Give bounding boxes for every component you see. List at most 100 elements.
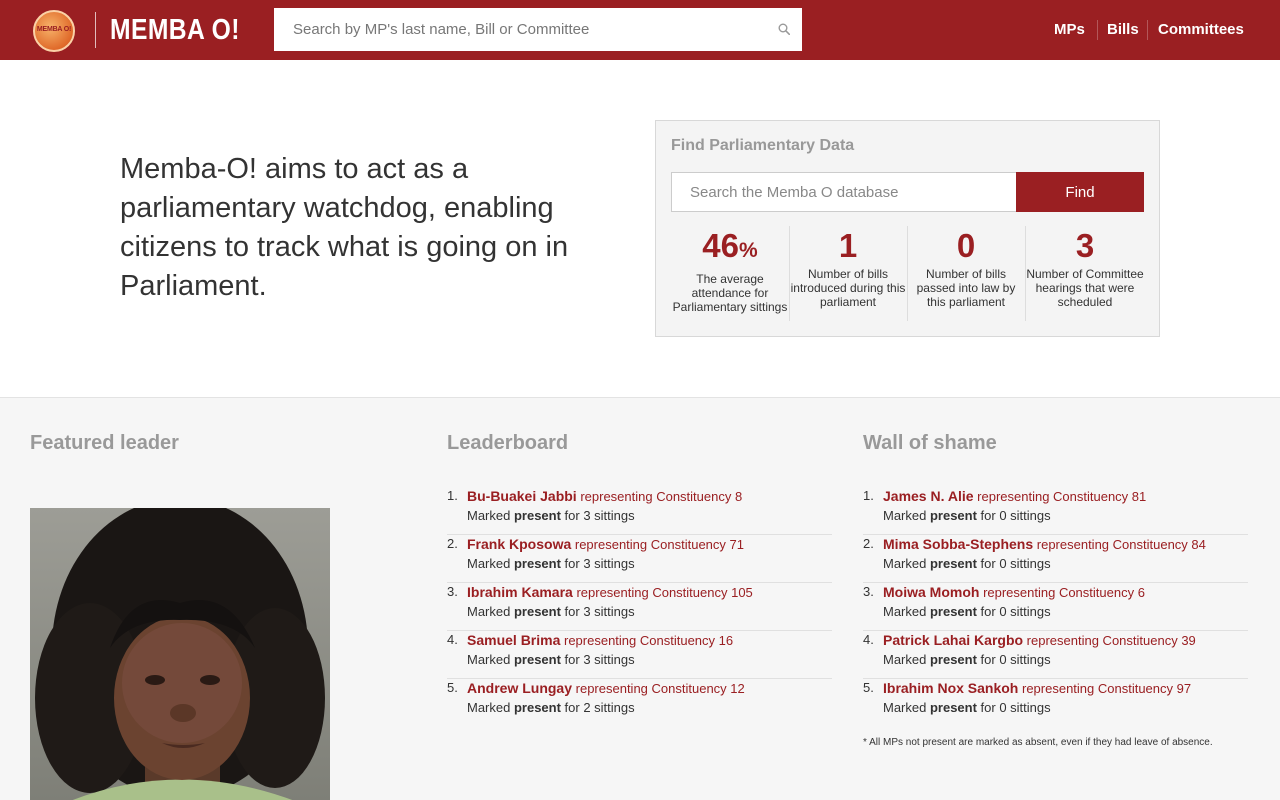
nav-mps[interactable]: MPs bbox=[1054, 0, 1085, 60]
absence-footnote: * All MPs not present are marked as abse… bbox=[863, 737, 1213, 748]
stat-label: Number of bills passed into law by this … bbox=[916, 267, 1016, 309]
attendance-status: present bbox=[513, 700, 561, 715]
logo-divider bbox=[95, 12, 96, 48]
stat-attendance: 46% The average attendance for Parliamen… bbox=[671, 226, 789, 314]
leaderboard-title: Leaderboard bbox=[447, 432, 569, 454]
finder-title: Find Parliamentary Data bbox=[671, 137, 855, 154]
constituency-link[interactable]: representing Constituency 6 bbox=[983, 585, 1145, 600]
attendance-prefix: Marked bbox=[467, 652, 514, 667]
attendance-count: for 2 sittings bbox=[560, 700, 635, 715]
shame-item: 4. Patrick Lahai Kargbo representing Con… bbox=[863, 631, 1248, 679]
attendance-count: for 3 sittings bbox=[560, 604, 635, 619]
attendance-prefix: Marked bbox=[883, 652, 930, 667]
database-search-input[interactable] bbox=[671, 172, 1017, 212]
hero-tagline: Memba-O! aims to act as a parliamentary … bbox=[120, 153, 569, 302]
attendance-status: present bbox=[513, 508, 561, 523]
nav-divider bbox=[1147, 20, 1148, 40]
mp-name-link[interactable]: Andrew Lungay bbox=[467, 680, 572, 696]
attendance-count: for 0 sittings bbox=[976, 652, 1051, 667]
nav-divider bbox=[1097, 20, 1098, 40]
search-icon[interactable] bbox=[778, 23, 790, 35]
wall-of-shame-title: Wall of shame bbox=[863, 432, 997, 454]
mp-name-link[interactable]: Samuel Brima bbox=[467, 632, 560, 648]
attendance-status: present bbox=[513, 652, 561, 667]
mp-name-link[interactable]: Ibrahim Nox Sankoh bbox=[883, 680, 1018, 696]
rank: 5. bbox=[447, 680, 458, 695]
stat-label: Number of Committee hearings that were s… bbox=[1026, 267, 1144, 309]
leaderboard-item: 1. Bu-Buakei Jabbi representing Constitu… bbox=[447, 487, 832, 535]
constituency-link[interactable]: representing Constituency 81 bbox=[977, 489, 1146, 504]
stat-value: 3 bbox=[1075, 227, 1095, 264]
leaderboard-item: 3. Ibrahim Kamara representing Constitue… bbox=[447, 583, 832, 631]
attendance-count: for 0 sittings bbox=[976, 700, 1051, 715]
attendance-count: for 0 sittings bbox=[976, 508, 1051, 523]
wall-of-shame-list: 1. James N. Alie representing Constituen… bbox=[863, 487, 1248, 727]
rank: 2. bbox=[447, 536, 458, 551]
mp-name-link[interactable]: Moiwa Momoh bbox=[883, 584, 979, 600]
shame-item: 2. Mima Sobba-Stephens representing Cons… bbox=[863, 535, 1248, 583]
attendance-status: present bbox=[929, 700, 977, 715]
attendance-status: present bbox=[929, 508, 977, 523]
logo-text[interactable]: MEMBA O! bbox=[110, 12, 240, 48]
constituency-link[interactable]: representing Constituency 71 bbox=[575, 537, 744, 552]
constituency-link[interactable]: representing Constituency 97 bbox=[1022, 681, 1191, 696]
attendance-prefix: Marked bbox=[883, 604, 930, 619]
lower-section: Featured leader Leaderboard Wall of sham… bbox=[0, 397, 1280, 800]
logo-badge-text: MEMBA O! bbox=[36, 26, 72, 33]
attendance-count: for 3 sittings bbox=[560, 508, 635, 523]
constituency-link[interactable]: representing Constituency 84 bbox=[1037, 537, 1206, 552]
featured-leader-photo[interactable] bbox=[30, 508, 330, 800]
nav-committees[interactable]: Committees bbox=[1158, 0, 1244, 60]
nav-bills[interactable]: Bills bbox=[1107, 0, 1139, 60]
rank: 4. bbox=[447, 632, 458, 647]
attendance-prefix: Marked bbox=[467, 508, 514, 523]
attendance-prefix: Marked bbox=[467, 700, 514, 715]
header-search-box bbox=[274, 8, 802, 51]
logo-badge-icon[interactable]: MEMBA O! bbox=[33, 10, 75, 52]
constituency-link[interactable]: representing Constituency 8 bbox=[580, 489, 742, 504]
mp-name-link[interactable]: Frank Kposowa bbox=[467, 536, 571, 552]
stat-committee-hearings: 3 Number of Committee hearings that were… bbox=[1026, 226, 1144, 309]
rank: 3. bbox=[863, 584, 874, 599]
leaderboard-item: 2. Frank Kposowa representing Constituen… bbox=[447, 535, 832, 583]
constituency-link[interactable]: representing Constituency 12 bbox=[576, 681, 745, 696]
attendance-count: for 0 sittings bbox=[976, 604, 1051, 619]
rank: 2. bbox=[863, 536, 874, 551]
attendance-prefix: Marked bbox=[883, 556, 930, 571]
leaderboard-list: 1. Bu-Buakei Jabbi representing Constitu… bbox=[447, 487, 832, 727]
mp-name-link[interactable]: Patrick Lahai Kargbo bbox=[883, 632, 1023, 648]
mp-name-link[interactable]: Mima Sobba-Stephens bbox=[883, 536, 1033, 552]
header-search-input[interactable] bbox=[274, 8, 764, 51]
attendance-prefix: Marked bbox=[467, 556, 514, 571]
rank: 3. bbox=[447, 584, 458, 599]
attendance-prefix: Marked bbox=[467, 604, 514, 619]
rank: 1. bbox=[447, 488, 458, 503]
attendance-count: for 0 sittings bbox=[976, 556, 1051, 571]
rank: 5. bbox=[863, 680, 874, 695]
rank: 4. bbox=[863, 632, 874, 647]
constituency-link[interactable]: representing Constituency 105 bbox=[576, 585, 752, 600]
attendance-prefix: Marked bbox=[883, 508, 930, 523]
attendance-status: present bbox=[929, 556, 977, 571]
attendance-count: for 3 sittings bbox=[560, 556, 635, 571]
constituency-link[interactable]: representing Constituency 16 bbox=[564, 633, 733, 648]
find-data-panel: Find Parliamentary Data Find 46% The ave… bbox=[655, 120, 1160, 337]
mp-name-link[interactable]: Ibrahim Kamara bbox=[467, 584, 573, 600]
stat-suffix: % bbox=[739, 239, 758, 262]
constituency-link[interactable]: representing Constituency 39 bbox=[1027, 633, 1196, 648]
attendance-count: for 3 sittings bbox=[560, 652, 635, 667]
attendance-prefix: Marked bbox=[883, 700, 930, 715]
stat-value: 1 bbox=[838, 227, 858, 264]
top-navbar: MEMBA O! MEMBA O! MPs Bills Committees bbox=[0, 0, 1280, 60]
stat-bills-introduced: 1 Number of bills introduced during this… bbox=[789, 226, 907, 309]
stat-value: 0 bbox=[956, 227, 976, 264]
stat-label: The average attendance for Parliamentary… bbox=[672, 272, 788, 314]
featured-leader-title: Featured leader bbox=[30, 432, 179, 454]
stat-value: 46 bbox=[702, 227, 740, 264]
mp-name-link[interactable]: Bu-Buakei Jabbi bbox=[467, 488, 577, 504]
shame-item: 1. James N. Alie representing Constituen… bbox=[863, 487, 1248, 535]
shame-item: 3. Moiwa Momoh representing Constituency… bbox=[863, 583, 1248, 631]
rank: 1. bbox=[863, 488, 874, 503]
mp-name-link[interactable]: James N. Alie bbox=[883, 488, 974, 504]
find-button[interactable]: Find bbox=[1016, 172, 1144, 212]
